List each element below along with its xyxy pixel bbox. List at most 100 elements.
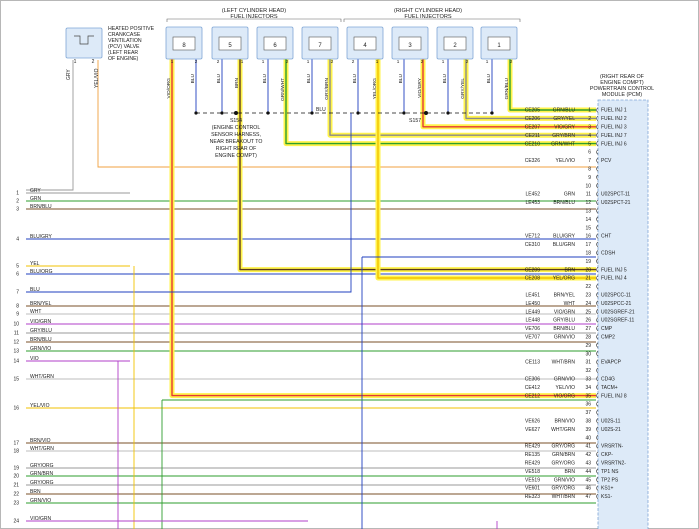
pin-number-29: 29: [585, 343, 591, 349]
injector-3-pin-a: 1: [397, 59, 400, 64]
pin-color-26: GRY/BLU: [553, 318, 575, 324]
pin-circuit-20: CE209: [525, 267, 541, 273]
pin-color-42: GRN/BRN: [552, 452, 575, 458]
left-wire-color-18: WHT/GRN: [30, 446, 54, 452]
wiring-diagram: CE205 GRN/BLU 1 FUEL INJ 1 CE206 GRY/YEL 2 FUEL…: [0, 0, 699, 529]
left-wire-color-11: GRY/BLU: [30, 328, 52, 334]
injector-7-blu-label: BLU: [306, 73, 312, 83]
pin-number-9: 9: [588, 175, 591, 181]
pin-function-42: CKP-: [601, 452, 613, 458]
injector-1-splice-dot: [490, 111, 494, 115]
pin-number-25: 25: [585, 309, 591, 315]
pin-number-8: 8: [588, 167, 591, 173]
splice-s157-dot: [424, 111, 428, 115]
left-wire-color-7: BLU: [30, 287, 40, 293]
pin-circuit-23: LE451: [526, 293, 541, 299]
injector-3-blu-label: BLU: [398, 73, 404, 83]
pin-function-1: FUEL INJ 1: [601, 108, 627, 114]
pin-function-41: VRSRTN-: [601, 444, 623, 450]
left-wire-number-5: 5: [16, 264, 19, 270]
pin-circuit-44: VE518: [525, 469, 540, 475]
left-wire-number-21: 21: [13, 483, 19, 489]
left-wire-color-17: BRN/VIO: [30, 438, 51, 444]
pin-number-32: 32: [585, 368, 591, 374]
pin-color-43: GRY/ORG: [551, 461, 575, 467]
svg-text:NEAR BREAKOUT TO: NEAR BREAKOUT TO: [210, 139, 263, 145]
pin-color-7: YEL/VIO: [556, 158, 576, 164]
pin-color-2: GRY/YEL: [553, 116, 575, 122]
splice-s154-label: S154 (ENGINE CONTROL SENSOR HARNESS, NEA…: [210, 118, 263, 159]
left-wire-number-20: 20: [13, 474, 19, 480]
left-wire-number-10: 10: [13, 322, 19, 328]
pin-function-45: TP2 PS: [601, 477, 619, 483]
injector-8-wire-label: VIO/ORG: [166, 78, 172, 99]
pin-number-37: 37: [585, 410, 591, 416]
pin-circuit-26: LE448: [526, 318, 541, 324]
pin-circuit-25: LE449: [526, 309, 541, 315]
pin-color-16: BLU/GRY: [553, 234, 576, 240]
pin-color-27: BRN/BLU: [553, 326, 575, 332]
injector-5-wire-label: BRN: [234, 77, 240, 88]
pin-function-33: CD4G: [601, 377, 615, 383]
splice-s154-dot: [234, 111, 238, 115]
pin-color-17: BLU/GRN: [553, 242, 576, 248]
injector-6-wire-label: GRN/WHT: [280, 78, 286, 101]
pin-circuit-31: CE113: [525, 360, 540, 366]
pin-circuit-27: VE706: [525, 326, 540, 332]
pin-function-23: U02SPCC-11: [601, 293, 631, 299]
pin-color-33: GRN/VIO: [554, 377, 575, 383]
pin-color-44: BRN: [564, 469, 575, 475]
left-wire-color-23: GRN/VIO: [30, 498, 51, 504]
left-wire-number-19: 19: [13, 466, 19, 472]
pin-number-42: 42: [585, 452, 591, 458]
pin-color-1: GRN/BLU: [553, 108, 576, 114]
left-wire-color-8: BRN/YEL: [30, 301, 52, 307]
pin-color-38: BRN/VIO: [554, 419, 575, 425]
left-wire-number-16: 16: [13, 406, 19, 412]
left-wire-number-1: 1: [16, 191, 19, 197]
pin-function-47: KS1-: [601, 494, 612, 500]
pin-function-7: PCV: [601, 158, 612, 164]
injector-8-pin-a: 1: [171, 59, 174, 64]
pin-number-44: 44: [585, 469, 591, 475]
left-wire-color-9: WHT: [30, 309, 41, 315]
pin-function-11: U02SPCT-11: [601, 192, 630, 198]
pin-function-4: FUEL INJ 7: [601, 133, 627, 139]
left-wire-number-15: 15: [13, 377, 19, 383]
injector-3-wire-label: VIO/GRY: [417, 77, 423, 98]
left-wire-number-3: 3: [16, 207, 19, 213]
pin-function-3: FUEL INJ 3: [601, 125, 627, 131]
injector-2-pin-a: 1: [442, 59, 445, 64]
pcv-pin-1: 1: [74, 59, 77, 65]
left-wire-color-20: GRN/BRN: [30, 471, 53, 477]
pin-function-27: CMP: [601, 326, 613, 332]
left-wire-number-12: 12: [13, 340, 19, 346]
left-wire-number-9: 9: [16, 312, 19, 318]
pin-circuit-33: CE306: [525, 377, 541, 383]
pin-circuit-16: VE712: [525, 234, 540, 240]
pin-number-26: 26: [585, 318, 591, 324]
pin-function-16: CHT: [601, 234, 611, 240]
pin-function-26: U02SGREF-11: [601, 318, 634, 324]
left-wire-number-8: 8: [16, 304, 19, 310]
pin-circuit-34: CE412: [525, 385, 541, 391]
pin-circuit-24: LE450: [526, 301, 541, 307]
left-wire-color-16: YEL/VIO: [30, 403, 50, 409]
pin-color-11: GRN: [564, 192, 576, 198]
injector-5-blu-label: BLU: [216, 73, 222, 83]
injector-6-splice-dot: [266, 111, 270, 115]
pin-circuit-39: VE627: [525, 427, 540, 433]
pin-color-12: BRN/BLU: [553, 200, 575, 206]
pin-color-47: WHT/BRN: [552, 494, 576, 500]
left-wire-number-24: 24: [13, 519, 19, 525]
injector-5-splice-dot: [220, 111, 224, 115]
pin-number-10: 10: [585, 183, 591, 189]
pin-function-39: U02S-21: [601, 427, 621, 433]
pin-function-21: FUEL INJ 4: [601, 276, 627, 282]
pin-circuit-38: VE626: [525, 419, 540, 425]
pin-number-16: 16: [585, 234, 591, 240]
pin-function-18: CDSH: [601, 251, 616, 257]
pin-color-23: BRN/YEL: [554, 293, 576, 299]
injector-7-pin-b: 2: [331, 59, 334, 64]
left-wire-color-22: BRN: [30, 489, 41, 495]
